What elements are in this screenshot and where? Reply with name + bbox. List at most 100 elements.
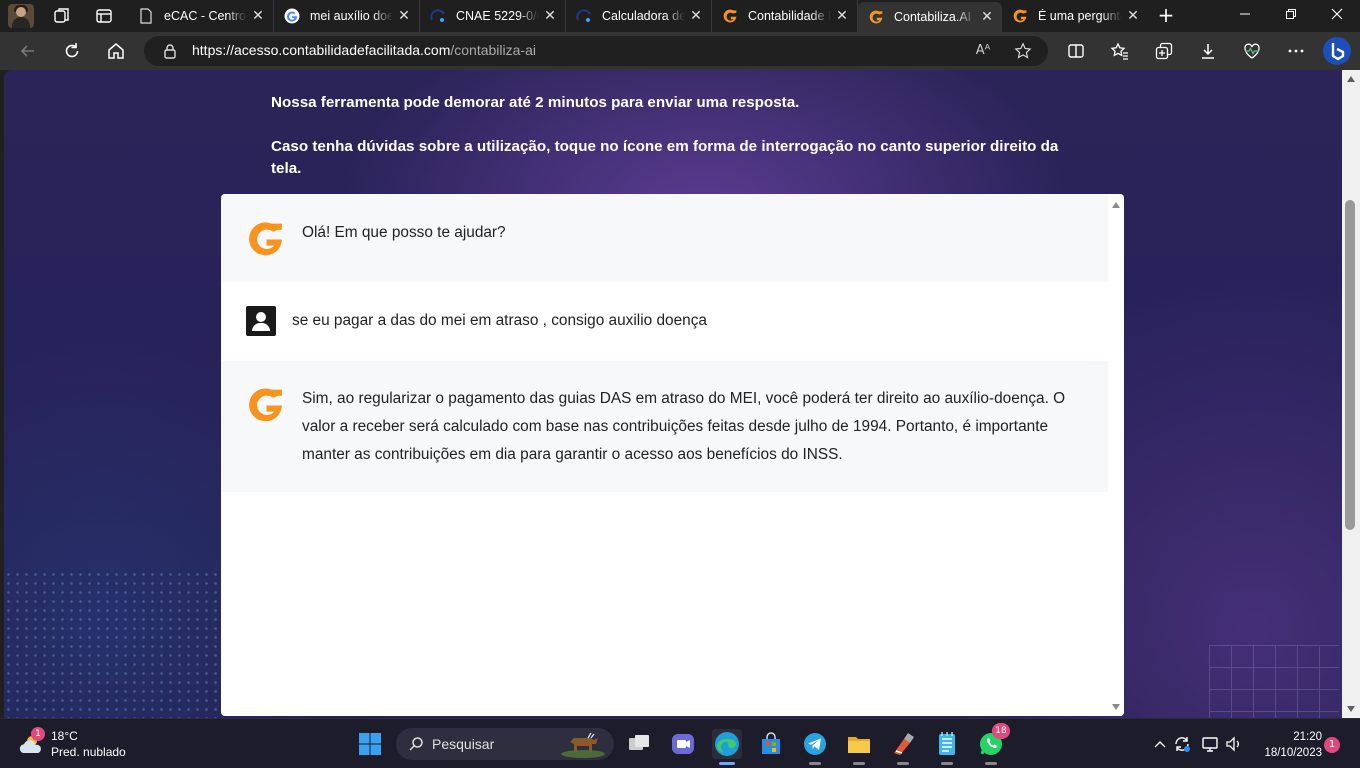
tab-calculadora[interactable]: Calculadora de ✕ <box>566 0 712 32</box>
open-indicator <box>809 762 821 765</box>
message-text: se eu pagar a das do mei em atraso , con… <box>292 312 707 329</box>
navigation-bar: https://acesso.contabilidadefacilitada.c… <box>0 32 1360 70</box>
open-indicator <box>897 762 909 765</box>
scroll-down-icon[interactable] <box>1112 704 1120 710</box>
new-tab-button[interactable]: + <box>1156 5 1176 26</box>
tab-close-icon[interactable]: ✕ <box>393 8 415 24</box>
search-highlight-art-icon <box>561 732 605 758</box>
tab-close-icon[interactable]: ✕ <box>976 9 998 25</box>
microsoft-store-button[interactable] <box>756 729 786 759</box>
edge-browser-button[interactable] <box>712 729 742 765</box>
decorative-dots <box>4 570 224 718</box>
url-path: /contabiliza-ai <box>450 42 536 58</box>
decorative-grid <box>1209 645 1339 718</box>
tab-close-icon[interactable]: ✕ <box>539 8 561 24</box>
page-viewport: Nossa ferramenta pode demorar até 2 minu… <box>4 70 1342 718</box>
contabiliza-logo-icon <box>249 388 282 422</box>
taskbar: 1 18°C Pred. nublado Pesquisar 18 21:20 … <box>0 718 1360 768</box>
notification-badge[interactable]: 1 <box>1324 737 1340 753</box>
home-icon[interactable] <box>106 41 126 61</box>
chat-panel: Olá! Em que posso te ajudar? se eu pagar… <box>221 194 1124 716</box>
network-icon[interactable] <box>1200 734 1220 754</box>
document-icon <box>140 8 152 24</box>
store-icon <box>762 732 780 754</box>
address-bar[interactable]: https://acesso.contabilidadefacilitada.c… <box>144 36 1048 66</box>
tab-title: É uma pergunta <box>1038 9 1122 23</box>
user-avatar-icon <box>246 306 276 336</box>
message-text: Sim, ao regularizar o pagamento das guia… <box>302 390 1066 463</box>
bing-copilot-icon[interactable] <box>1322 36 1352 66</box>
close-icon <box>1331 8 1343 20</box>
start-button[interactable] <box>355 729 385 759</box>
tab-close-icon[interactable]: ✕ <box>1122 8 1144 24</box>
close-window-button[interactable] <box>1314 0 1360 32</box>
tab-ecac[interactable]: eCAC - Centro Virtual ✕ <box>128 0 274 32</box>
lock-icon[interactable] <box>162 43 178 59</box>
tab-title: Contabiliza.AI <box>894 10 972 24</box>
taskbar-search[interactable]: Pesquisar <box>396 728 614 760</box>
notice-help: Caso tenha dúvidas sobre a utilização, t… <box>271 138 1059 177</box>
tab-contabiliza-ai[interactable]: Contabiliza.AI ✕ <box>858 2 1002 32</box>
notepad-icon <box>939 732 955 755</box>
restore-button[interactable] <box>1268 0 1314 32</box>
tab-close-icon[interactable]: ✕ <box>685 8 707 24</box>
scrollbar-thumb[interactable] <box>1345 200 1355 530</box>
clock-time: 21:20 <box>1293 731 1322 743</box>
contabiliza-logo-icon <box>249 222 282 256</box>
scroll-down-icon[interactable] <box>1347 706 1355 712</box>
weather-desc: Pred. nublado <box>51 745 126 759</box>
tab-strip: eCAC - Centro Virtual ✕ mei auxílio doen… <box>0 0 1360 32</box>
tab-title: eCAC - Centro Virtual <box>164 9 247 23</box>
read-aloud-icon[interactable]: Aᴬ <box>974 42 992 60</box>
open-indicator <box>941 762 953 765</box>
notepad-button[interactable] <box>932 729 962 765</box>
split-screen-icon[interactable] <box>1066 41 1086 61</box>
url-text[interactable]: https://acesso.contabilidadefacilitada.c… <box>192 42 536 58</box>
weather-badge: 1 <box>31 727 45 741</box>
scroll-up-icon[interactable] <box>1347 76 1355 82</box>
task-view-button[interactable] <box>624 729 654 759</box>
telegram-button[interactable] <box>800 729 830 765</box>
scroll-up-icon[interactable] <box>1112 202 1120 208</box>
tab-close-icon[interactable]: ✕ <box>247 8 269 24</box>
message-text: Olá! Em que posso te ajudar? <box>302 224 506 241</box>
tab-title: Contabilidade Facilitada <box>748 9 831 23</box>
sync-icon[interactable] <box>1172 734 1192 754</box>
contabiliza-logo-icon <box>869 10 883 24</box>
file-explorer-button[interactable] <box>844 729 874 765</box>
restore-icon <box>1286 9 1296 19</box>
whatsapp-button[interactable]: 18 <box>976 723 1010 765</box>
downloads-icon[interactable] <box>1198 41 1218 61</box>
video-chat-icon <box>672 734 694 754</box>
workspaces-icon[interactable] <box>52 6 72 26</box>
collections-icon[interactable] <box>1154 41 1174 61</box>
tab-pergunta[interactable]: É uma pergunta ✕ <box>1002 0 1148 32</box>
tab-close-icon[interactable]: ✕ <box>831 8 853 24</box>
volume-icon[interactable] <box>1224 734 1244 754</box>
telegram-icon <box>804 733 826 755</box>
weather-widget[interactable]: 1 18°C Pred. nublado <box>16 727 156 763</box>
browser-essentials-icon[interactable] <box>1242 41 1262 61</box>
page-scrollbar[interactable] <box>1342 70 1360 718</box>
system-clock[interactable]: 21:20 18/10/2023 <box>1252 729 1322 761</box>
minimize-button[interactable] <box>1222 0 1268 32</box>
more-options-icon[interactable] <box>1286 41 1306 61</box>
tab-cnae[interactable]: CNAE 5229-0/02 ✕ <box>420 0 566 32</box>
tab-contabilidade[interactable]: Contabilidade Facilitada ✕ <box>712 0 858 32</box>
favorite-star-icon[interactable] <box>1014 42 1032 60</box>
refresh-icon[interactable] <box>62 41 82 61</box>
teams-meet-button[interactable] <box>668 729 698 759</box>
folder-icon <box>848 737 870 753</box>
open-indicator <box>985 762 997 765</box>
tab-actions-icon[interactable] <box>94 6 114 26</box>
favorites-icon[interactable] <box>1110 41 1130 61</box>
windows-icon <box>359 733 381 755</box>
cnae-icon <box>430 9 445 22</box>
tab-google-search[interactable]: mei auxílio doença ✕ <box>274 0 420 32</box>
profile-avatar[interactable] <box>8 4 34 28</box>
show-hidden-icons-chevron-icon[interactable] <box>1150 734 1170 754</box>
ccleaner-button[interactable] <box>888 729 918 765</box>
back-icon[interactable] <box>18 41 38 61</box>
chat-scrollbar[interactable] <box>1108 194 1124 716</box>
clock-date: 18/10/2023 <box>1264 747 1322 759</box>
